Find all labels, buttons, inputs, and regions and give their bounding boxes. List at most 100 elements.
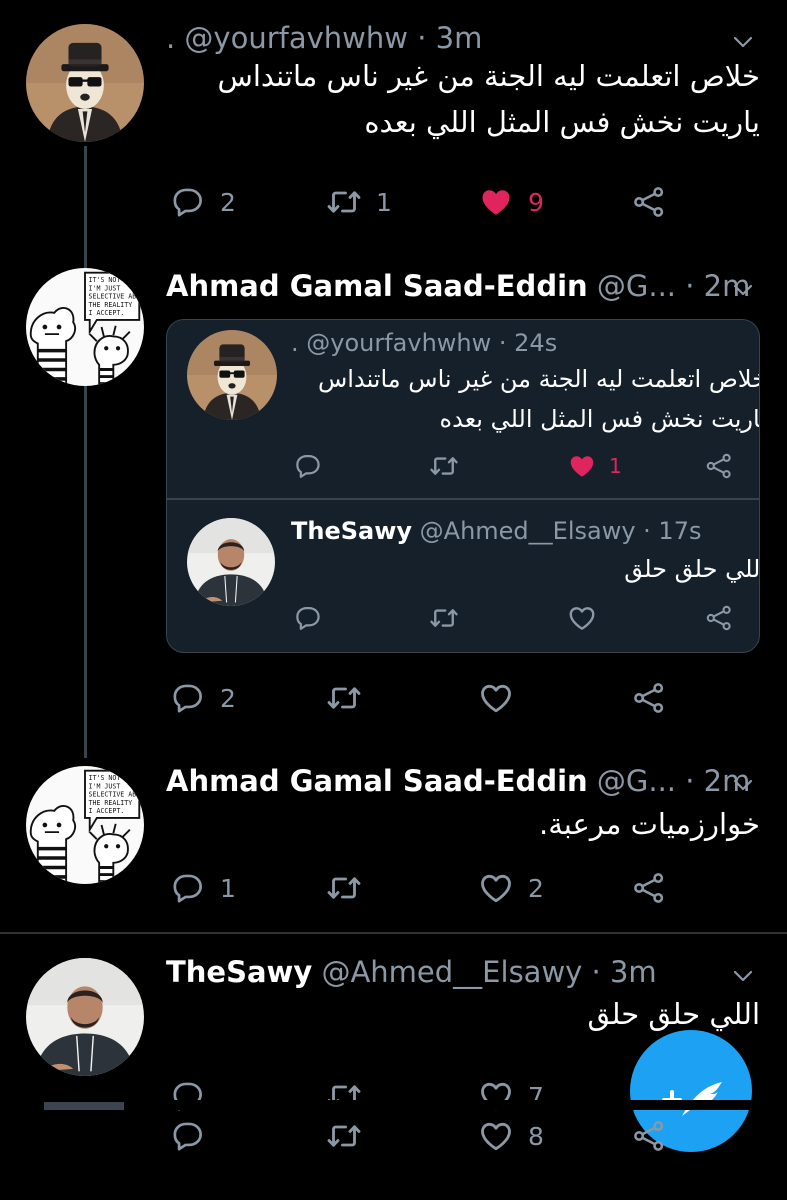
author-handle[interactable]: @Ahmed__Elsawy	[312, 955, 582, 989]
comic-caption-line: I ACCEPT.	[89, 309, 125, 317]
heart-filled-icon	[567, 451, 597, 481]
retweet-button[interactable]	[429, 450, 459, 482]
author-name[interactable]: Ahmad Gamal Saad-Eddin	[166, 764, 588, 798]
avatar	[187, 518, 275, 606]
like-count: 2	[528, 873, 544, 903]
comic-caption-line: I'M JUST	[89, 782, 121, 790]
dog-in-hat-avatar-image	[187, 330, 277, 420]
like-button[interactable]: 7	[478, 1076, 544, 1116]
quoted-tweet-card[interactable]: . @yourfavhwhw · 24s خلاص اتعلمت ليه الج…	[166, 319, 760, 653]
author-name[interactable]: Ahmad Gamal Saad-Eddin	[166, 269, 588, 303]
share-icon	[632, 871, 666, 905]
quoted-tweet-header: . @yourfavhwhw · 24s	[291, 328, 557, 358]
reply-button[interactable]	[295, 602, 323, 634]
share-icon	[705, 604, 733, 632]
share-button[interactable]	[705, 450, 733, 482]
chevron-down-icon[interactable]	[728, 278, 758, 302]
tweet-header: TheSawy @Ahmed__Elsawy · 3m	[166, 954, 657, 990]
comic-caption-line: THE REALITY	[89, 799, 133, 807]
like-count: 9	[528, 187, 544, 217]
heart-filled-icon	[478, 184, 514, 220]
like-button[interactable]	[478, 678, 528, 718]
retweet-button[interactable]	[326, 868, 376, 908]
comic-caption-line: I ACCEPT.	[89, 807, 125, 815]
author-handle[interactable]: @G...	[588, 764, 676, 798]
reply-icon	[172, 681, 206, 715]
retweet-button[interactable]	[326, 1116, 376, 1156]
retweet-icon	[429, 451, 459, 481]
reply-button[interactable]	[295, 450, 323, 482]
tweet-text-line: اللي حلق حلق	[587, 997, 760, 1031]
avatar	[187, 330, 277, 420]
retweet-icon	[429, 603, 459, 633]
timestamp[interactable]: · 3m	[408, 21, 482, 55]
like-button[interactable]: 9	[478, 182, 544, 222]
tweet-divider	[0, 932, 787, 934]
timestamp: · 17s	[635, 517, 702, 545]
share-button[interactable]	[705, 602, 733, 634]
comic-caption-line: SELECTIVE AB	[89, 293, 137, 301]
chevron-down-icon[interactable]	[728, 773, 758, 797]
retweet-count: 1	[376, 187, 392, 217]
reply-button[interactable]	[172, 1116, 220, 1156]
tweet-header: Ahmad Gamal Saad-Eddin @G... · 2m	[166, 763, 750, 799]
avatar[interactable]	[26, 24, 144, 142]
like-button[interactable]: 1	[567, 450, 622, 482]
timestamp: · 24s	[491, 329, 558, 357]
reply-button[interactable]: 2	[172, 182, 236, 222]
man-in-dark-shirt-avatar-image	[187, 518, 275, 606]
share-icon	[705, 452, 733, 480]
share-button[interactable]	[632, 1116, 666, 1156]
comic-strip-avatar-image: IT'S NOT I'M JUST SELECTIVE AB THE REALI…	[26, 268, 144, 386]
quoted-tweet-text-line: ياريت نخش فس المثل اللي بعده	[439, 405, 760, 433]
share-icon	[632, 681, 666, 715]
reply-button[interactable]: 1	[172, 868, 236, 908]
timestamp[interactable]: · 3m	[582, 955, 657, 989]
comic-caption-line: I'M JUST	[89, 284, 121, 292]
share-button[interactable]	[632, 678, 666, 718]
man-in-dark-shirt-avatar-image	[26, 958, 144, 1076]
heart-outline-icon	[478, 680, 514, 716]
like-count: 8	[528, 1121, 544, 1151]
reply-icon	[172, 871, 206, 905]
reply-button[interactable]	[172, 1076, 206, 1116]
chevron-down-icon[interactable]	[728, 964, 758, 988]
thread-connector-line	[84, 146, 87, 758]
like-button[interactable]: 8	[478, 1116, 544, 1156]
reply-icon	[295, 604, 323, 632]
avatar[interactable]	[26, 958, 144, 1076]
retweet-icon	[326, 870, 362, 906]
share-button[interactable]	[632, 868, 666, 908]
heart-outline-icon	[478, 1118, 514, 1154]
reply-icon	[295, 452, 323, 480]
comic-caption-line: IT'S NOT	[89, 276, 121, 284]
author-handle: . @yourfavhwhw	[291, 329, 492, 357]
author-name: TheSawy	[291, 517, 413, 545]
retweet-button[interactable]	[326, 678, 376, 718]
author-handle[interactable]: @G...	[588, 269, 676, 303]
comic-caption-line: THE REALITY	[89, 301, 133, 309]
author-name[interactable]: TheSawy	[166, 955, 312, 989]
quoted-tweet-text-line: خلاص اتعلمت ليه الجنة من غير ناس ماتنداس	[318, 365, 760, 393]
reply-count: 2	[220, 683, 236, 713]
retweet-icon	[326, 184, 362, 220]
comic-caption-line: SELECTIVE AB	[89, 791, 137, 799]
reply-icon	[172, 185, 206, 219]
tweet-text-line: خلاص اتعلمت ليه الجنة من غير ناس ماتنداس	[217, 59, 760, 93]
tweet-text-line: خوارزميات مرعبة.	[539, 807, 760, 841]
chevron-down-icon[interactable]	[728, 30, 758, 54]
comic-caption-line: IT'S NOT	[89, 774, 121, 782]
avatar[interactable]: IT'S NOT I'M JUST SELECTIVE AB THE REALI…	[26, 766, 144, 884]
cut-avatar-fragment	[44, 1102, 124, 1110]
share-button[interactable]	[632, 182, 666, 222]
retweet-button[interactable]	[429, 602, 459, 634]
like-button[interactable]: 2	[478, 868, 544, 908]
reply-button[interactable]: 2	[172, 678, 236, 718]
reply-count: 1	[220, 873, 236, 903]
retweet-button[interactable]: 1	[326, 182, 392, 222]
like-count: 1	[609, 454, 622, 478]
like-button[interactable]	[567, 602, 609, 634]
avatar[interactable]: IT'S NOT I'M JUST SELECTIVE AB THE REALI…	[26, 268, 144, 386]
author-handle[interactable]: . @yourfavhwhw	[166, 21, 408, 55]
retweet-button[interactable]	[326, 1076, 362, 1116]
